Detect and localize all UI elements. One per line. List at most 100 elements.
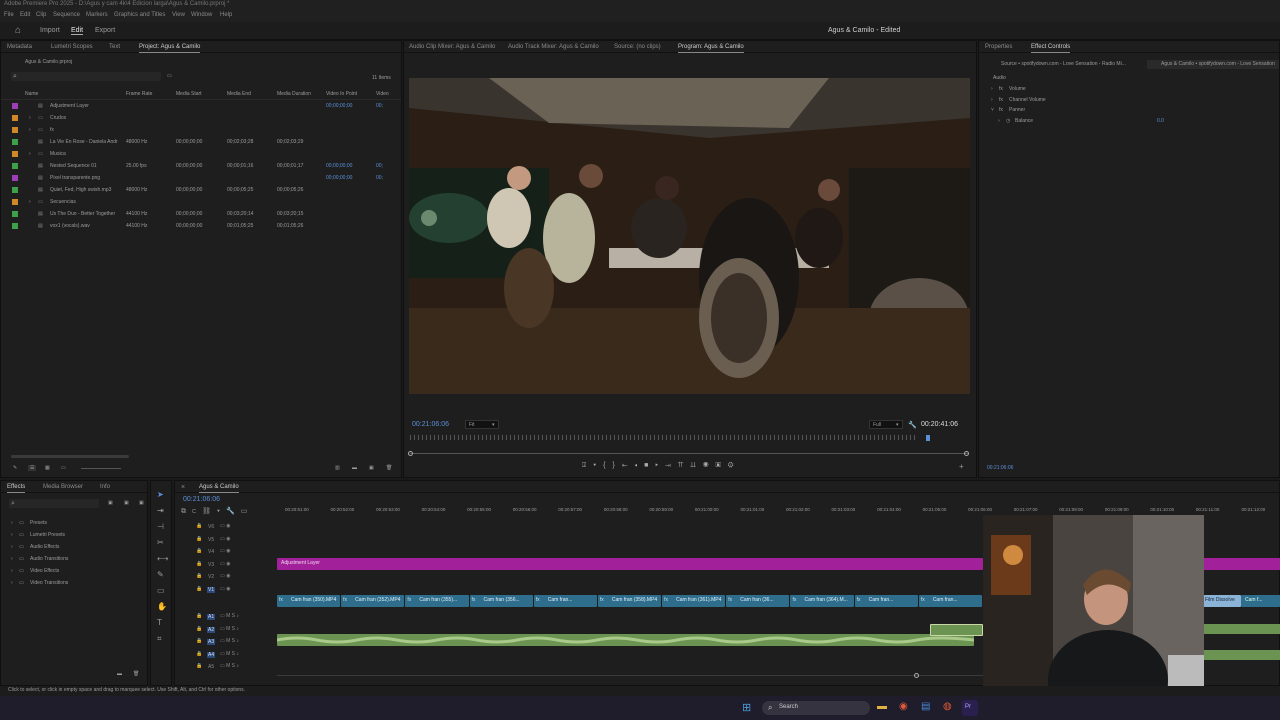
lock-icon[interactable]: 🔒 xyxy=(196,561,202,567)
toggle-output-icon[interactable]: ▭ ◉ xyxy=(220,573,230,579)
effects-folder-item[interactable]: › ▭ Audio Effects xyxy=(1,541,147,553)
notepad-icon[interactable]: ▤ xyxy=(921,701,930,712)
mute-solo-icon[interactable]: ▭ M S ♪ xyxy=(220,613,239,619)
video-clip[interactable]: fx Cam fran (355)... xyxy=(405,595,469,607)
mute-solo-icon[interactable]: ▭ M S ♪ xyxy=(220,626,239,632)
adjustment-layer-clip-tail[interactable] xyxy=(1203,558,1280,570)
lock-icon[interactable]: 🔒 xyxy=(196,548,202,554)
label-color-swatch[interactable] xyxy=(12,151,18,157)
tab-program[interactable]: Program: Agus & Camilo xyxy=(678,44,744,53)
lock-icon[interactable]: 🔒 xyxy=(196,586,202,592)
menu-window[interactable]: Window xyxy=(191,12,212,18)
program-ruler[interactable] xyxy=(410,435,918,440)
fx-icon[interactable]: fx xyxy=(999,97,1003,103)
project-item-row[interactable]: › ▭ Crudos xyxy=(1,112,399,124)
track-label[interactable]: A2 xyxy=(207,626,216,633)
close-icon[interactable]: × xyxy=(181,484,185,491)
quality-dropdown[interactable]: Full ▾ xyxy=(869,420,903,429)
project-item-row[interactable]: › ▭ Secuencias xyxy=(1,196,399,208)
tab-audio-track-mixer[interactable]: Audio Track Mixer: Agus & Camilo xyxy=(508,44,599,50)
toggle-output-icon[interactable]: ▭ ◉ xyxy=(220,561,230,567)
timeline-timecode[interactable]: 00:21:06:06 xyxy=(183,496,220,503)
toggle-output-icon[interactable]: ▭ ◉ xyxy=(220,548,230,554)
new-bin-icon[interactable]: ▬ xyxy=(352,465,357,471)
chrome-icon[interactable]: ◉ xyxy=(899,701,908,712)
captions-icon[interactable]: ▭ xyxy=(241,508,254,515)
lock-icon[interactable]: 🔒 xyxy=(196,638,202,644)
chevron-down-icon[interactable]: ˅ xyxy=(991,107,994,113)
audio-clip-a4-tail[interactable] xyxy=(1203,650,1280,660)
playhead-marker[interactable] xyxy=(926,435,930,441)
taskbar-search[interactable]: ⌕ Search xyxy=(762,701,870,715)
lock-icon[interactable]: 🔒 xyxy=(196,613,202,619)
mute-solo-icon[interactable]: ▭ M S ♪ xyxy=(220,651,239,657)
menu-edit[interactable]: Edit xyxy=(20,12,30,18)
add-marker-icon[interactable]: ▾ xyxy=(593,462,603,469)
file-explorer-icon[interactable]: ▬ xyxy=(877,701,887,712)
pen-tool-icon[interactable]: ✎ xyxy=(157,570,164,579)
fx-icon[interactable]: fx xyxy=(999,86,1003,92)
slip-tool-icon[interactable]: ⟷ xyxy=(157,554,168,563)
tab-source[interactable]: Source: (no clips) xyxy=(614,44,661,50)
track-label[interactable]: A3 xyxy=(207,639,216,645)
step-forward-icon[interactable]: ▸ xyxy=(655,462,665,469)
compare-icon[interactable]: ▣ xyxy=(716,462,728,469)
track-label[interactable]: V6 xyxy=(207,524,215,530)
windows-start-icon[interactable]: ⊞ xyxy=(742,701,751,714)
menu-clip[interactable]: Clip xyxy=(36,12,46,18)
stop-icon[interactable]: ■ xyxy=(644,462,655,469)
label-color-swatch[interactable] xyxy=(12,103,18,109)
selection-tool-icon[interactable]: ➤ xyxy=(157,490,164,499)
effects-folder-item[interactable]: › ▭ Lumetri Presets xyxy=(1,529,147,541)
label-color-swatch[interactable] xyxy=(12,115,18,121)
menu-graphics[interactable]: Graphics and Titles xyxy=(114,12,165,18)
effects-folder-item[interactable]: › ▭ Audio Transitions xyxy=(1,553,147,565)
chevron-right-icon[interactable]: › xyxy=(998,118,1000,124)
col-media-start[interactable]: Media Start xyxy=(176,91,202,97)
video-clip[interactable]: fx Cam fran (352).MP4 xyxy=(341,595,405,607)
step-back-icon[interactable]: ◂ xyxy=(634,462,644,469)
effects-folder-item[interactable]: › ▭ Presets xyxy=(1,517,147,529)
project-item-row[interactable]: › ▭ Musica xyxy=(1,148,399,160)
track-label[interactable]: A5 xyxy=(207,664,215,670)
freeform-view-icon[interactable]: ▭ xyxy=(61,465,66,471)
mark-out-icon[interactable]: } xyxy=(613,462,622,469)
video-clip[interactable]: fx Cam fran (358).MP4 xyxy=(597,595,662,607)
chevron-right-icon[interactable]: › xyxy=(29,115,31,121)
toggle-output-icon[interactable]: ▭ ◉ xyxy=(220,586,230,592)
toggle-output-icon[interactable]: ▭ ◉ xyxy=(220,523,230,529)
video-clip[interactable]: fx Cam fran (36... xyxy=(726,595,790,607)
effects-search-input[interactable] xyxy=(9,499,99,508)
nest-icon[interactable]: ⧉ xyxy=(181,508,192,515)
automate-icon[interactable]: ▥ xyxy=(335,465,340,471)
label-color-swatch[interactable] xyxy=(12,187,18,193)
rectangle-tool-icon[interactable]: ▭ xyxy=(157,586,165,595)
mute-solo-icon[interactable]: ▭ M S ♪ xyxy=(220,663,239,669)
label-color-swatch[interactable] xyxy=(12,139,18,145)
sequence-clip-selector[interactable]: Agus & Camilo • spotifydown.com - Love S… xyxy=(1147,60,1279,69)
icon-view-icon[interactable]: ▦ xyxy=(45,465,50,471)
wrench-icon[interactable]: 🔧 xyxy=(226,508,241,515)
track-select-tool-icon[interactable]: ⇥ xyxy=(157,506,164,515)
tab-properties[interactable]: Properties xyxy=(985,44,1012,50)
video-clip[interactable]: fx Cam fran... xyxy=(854,595,918,607)
go-to-in-icon[interactable]: ⇤ xyxy=(622,462,635,469)
pencil-icon[interactable]: ✎ xyxy=(13,465,17,471)
audio-clip-a3[interactable] xyxy=(277,634,975,646)
video-clip[interactable]: fx Cam fran (361).MP4 xyxy=(662,595,726,607)
chevron-right-icon[interactable]: › xyxy=(991,86,993,92)
v1-tail-clip[interactable]: Cam f... xyxy=(1241,595,1280,607)
chevron-right-icon[interactable]: › xyxy=(11,556,13,562)
mute-solo-icon[interactable]: ▭ M S ♪ xyxy=(220,638,239,644)
stopwatch-icon[interactable]: ◷ xyxy=(1006,118,1010,124)
lock-icon[interactable]: 🔒 xyxy=(196,536,202,542)
lock-icon[interactable]: 🔒 xyxy=(196,663,202,669)
wrench-icon[interactable]: 🔧 xyxy=(908,421,917,429)
label-color-swatch[interactable] xyxy=(12,163,18,169)
chevron-right-icon[interactable]: › xyxy=(11,568,13,574)
tab-lumetri-scopes[interactable]: Lumetri Scopes xyxy=(51,44,93,50)
hand-tool-icon[interactable]: ✋ xyxy=(157,602,167,611)
track-label[interactable]: A4 xyxy=(207,651,216,658)
chevron-right-icon[interactable]: › xyxy=(29,199,31,205)
effect-channel-volume[interactable]: Channel Volume xyxy=(1009,97,1046,103)
